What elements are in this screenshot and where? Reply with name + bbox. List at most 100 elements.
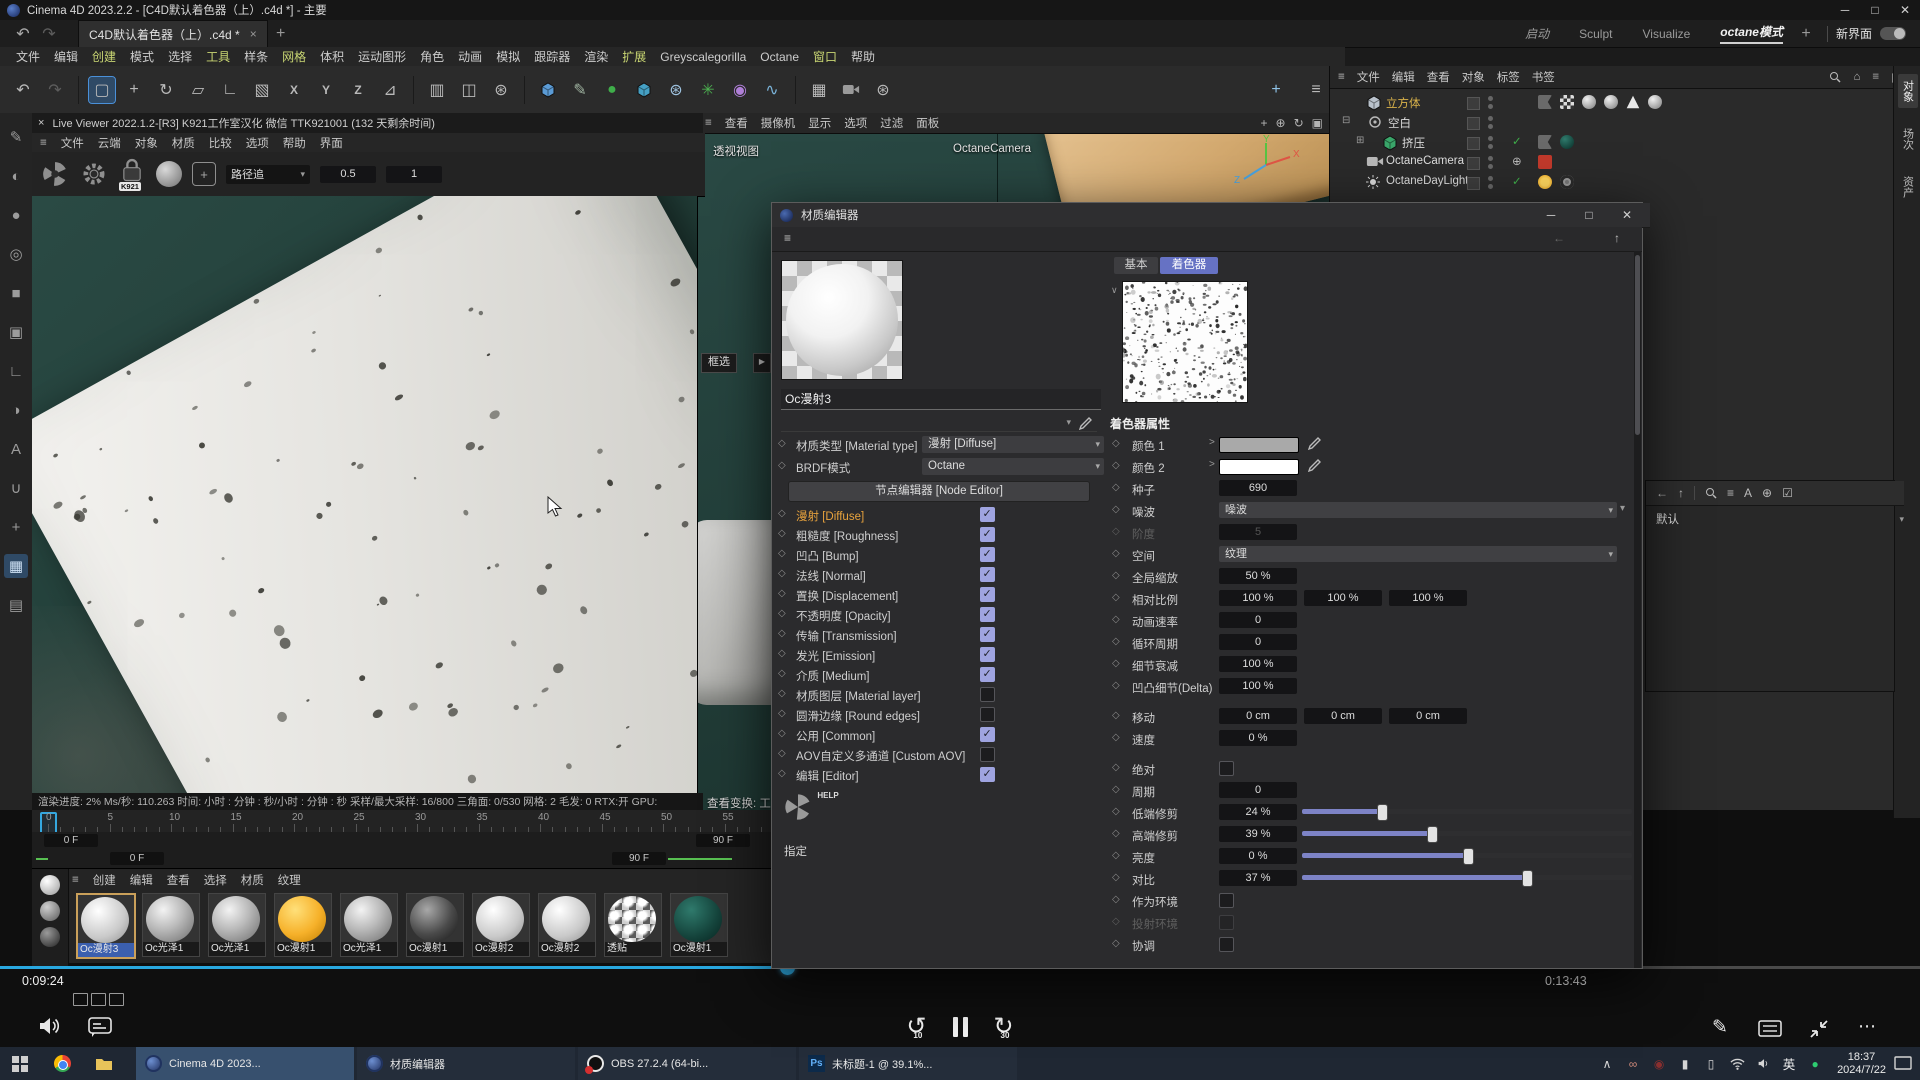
array2-tool-icon[interactable]: ▤: [4, 593, 28, 617]
material-ball-icon[interactable]: [156, 161, 182, 187]
color-swatch[interactable]: [1219, 459, 1299, 475]
search-icon[interactable]: [1705, 487, 1717, 499]
back-icon[interactable]: ←: [1656, 486, 1668, 500]
eyedropper-icon[interactable]: [1079, 416, 1093, 430]
live-selection-tool[interactable]: ▢: [89, 77, 115, 103]
add-cloner-button[interactable]: ◉: [727, 77, 753, 103]
value-field[interactable]: 100 %: [1304, 590, 1382, 606]
axis-y-button[interactable]: Y: [313, 77, 339, 103]
channel-checkbox[interactable]: [980, 567, 995, 582]
sculpt-sphere-icon[interactable]: ◐: [4, 164, 28, 188]
hamburger-icon[interactable]: ≡: [784, 231, 791, 245]
editor-minimize-button[interactable]: ─: [1536, 206, 1566, 224]
material-type-dropdown[interactable]: 漫射 [Diffuse]▾: [922, 436, 1104, 453]
channel-checkbox[interactable]: [980, 667, 995, 682]
add-mograph-button[interactable]: ✳: [695, 77, 721, 103]
axis-x-button[interactable]: X: [281, 77, 307, 103]
scrollbar[interactable]: [1634, 251, 1641, 968]
live-viewer-menu-item[interactable]: 云端: [98, 135, 121, 151]
plane-tool-icon[interactable]: ▣: [4, 320, 28, 344]
layer-toggle[interactable]: [1467, 137, 1480, 150]
start-button[interactable]: [10, 1054, 30, 1074]
channel-row[interactable]: ◇粗糙度 [Roughness]: [772, 525, 1106, 545]
menubar-item[interactable]: 扩展: [622, 48, 646, 65]
expander-icon[interactable]: ⊟: [1342, 115, 1350, 126]
corner-tool-icon[interactable]: ∟: [4, 359, 28, 383]
preview-sphere-icon[interactable]: [40, 927, 60, 947]
value-field[interactable]: 0: [1219, 634, 1297, 650]
prop-checkbox[interactable]: [1219, 761, 1234, 776]
add-spline-button[interactable]: ∿: [759, 77, 785, 103]
menubar-item[interactable]: 编辑: [54, 48, 78, 65]
assign-label[interactable]: 指定: [784, 843, 807, 859]
live-viewer-menu-item[interactable]: 界面: [320, 135, 343, 151]
visibility-dots[interactable]: [1488, 136, 1494, 149]
menubar-item[interactable]: 渲染: [584, 48, 608, 65]
menubar-item[interactable]: 体积: [320, 48, 344, 65]
bend-tool-icon[interactable]: ∪: [4, 476, 28, 500]
go-up-icon[interactable]: ↑: [1614, 231, 1620, 245]
rotate-tool[interactable]: ↻: [153, 77, 179, 103]
cube-tool-icon[interactable]: ■: [4, 281, 28, 305]
subsample-field[interactable]: 0.5: [320, 166, 376, 183]
slider-handle[interactable]: [1463, 848, 1474, 865]
menubar-item[interactable]: 帮助: [851, 48, 875, 65]
value-field[interactable]: 100 %: [1219, 656, 1297, 672]
filter-icon[interactable]: ≡: [1727, 486, 1734, 500]
slider-handle[interactable]: [1377, 804, 1388, 821]
render-view[interactable]: [32, 196, 697, 793]
material-thumbnail[interactable]: Oc光泽1: [340, 893, 398, 957]
add-volume-button[interactable]: [631, 77, 657, 103]
material-preview[interactable]: [781, 260, 903, 380]
channel-row[interactable]: ◇漫射 [Diffuse]: [772, 505, 1106, 525]
live-viewer-menu-item[interactable]: 选项: [246, 135, 269, 151]
ring-tool-icon[interactable]: ◎: [4, 242, 28, 266]
live-viewer-close-icon[interactable]: ×: [38, 117, 44, 129]
range2-end-field[interactable]: 90 F: [612, 852, 666, 865]
teal-tag-icon[interactable]: [1560, 135, 1574, 149]
value-field[interactable]: 100 %: [1219, 590, 1297, 606]
wifi-tray-icon[interactable]: [1727, 1054, 1747, 1074]
channel-row[interactable]: ◇编辑 [Editor]: [772, 765, 1106, 785]
viewport-menu-item[interactable]: 显示: [808, 115, 831, 131]
chrome-icon[interactable]: [52, 1054, 72, 1074]
undo-icon[interactable]: ↶: [10, 77, 36, 103]
menubar-item[interactable]: Octane: [760, 50, 799, 64]
camera-button[interactable]: [838, 77, 864, 103]
channel-checkbox[interactable]: [980, 527, 995, 542]
undo-icon[interactable]: ↶: [10, 21, 36, 47]
pencil-icon[interactable]: ✎: [1712, 1016, 1728, 1039]
hamburger-icon[interactable]: ≡: [1303, 77, 1329, 103]
up-icon[interactable]: ↑: [1678, 486, 1684, 500]
enabled-check-icon[interactable]: ✓: [1512, 134, 1522, 148]
sphere-tag-icon[interactable]: [1648, 95, 1662, 109]
enabled-check-icon[interactable]: ✓: [1512, 174, 1522, 188]
mic-tray-icon[interactable]: ▮: [1675, 1054, 1695, 1074]
channel-row[interactable]: ◇介质 [Medium]: [772, 665, 1106, 685]
slider-handle[interactable]: [1522, 870, 1533, 887]
layout-tab-3[interactable]: octane模式: [1720, 23, 1783, 44]
channel-checkbox[interactable]: [980, 707, 995, 722]
object-row[interactable]: OctaneCamera⊕: [1330, 152, 1894, 172]
live-viewer-menu-item[interactable]: 比较: [209, 135, 232, 151]
channel-checkbox[interactable]: [980, 587, 995, 602]
channel-checkbox[interactable]: [980, 647, 995, 662]
taskbar-task-obs[interactable]: OBS 27.2.4 (64-bi...: [578, 1047, 796, 1080]
value-field[interactable]: 0: [1219, 612, 1297, 628]
menubar-item[interactable]: 跟踪器: [534, 48, 570, 65]
layer-toggle[interactable]: [1467, 117, 1480, 130]
panel-expand-button[interactable]: ▶: [753, 353, 771, 373]
material-name-field[interactable]: Oc漫射3: [781, 389, 1101, 410]
subtitle-icon[interactable]: [88, 1016, 112, 1038]
material-thumbnail[interactable]: Oc光泽1: [142, 893, 200, 957]
window-maximize-button[interactable]: □: [1860, 1, 1890, 19]
channel-row[interactable]: ◇法线 [Normal]: [772, 565, 1106, 585]
viewport-menu-item[interactable]: 过滤: [880, 115, 903, 131]
channel-row[interactable]: ◇AOV自定义多通道 [Custom AOV]: [772, 745, 1106, 765]
security-tray-icon[interactable]: ●: [1805, 1054, 1825, 1074]
checkbox-icon[interactable]: ☑: [1782, 486, 1793, 500]
collapse-icon[interactable]: ∨: [1111, 285, 1118, 296]
object-row[interactable]: OctaneDayLight✓: [1330, 172, 1894, 192]
link-tray-icon[interactable]: ∞: [1623, 1054, 1643, 1074]
channel-row[interactable]: ◇传输 [Transmission]: [772, 625, 1106, 645]
